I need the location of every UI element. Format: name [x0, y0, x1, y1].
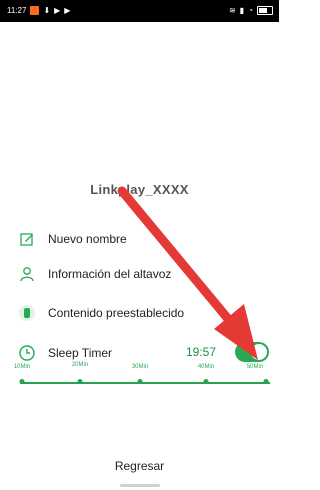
notification-icon: ⬇ — [43, 5, 51, 15]
menu-label: Contenido preestablecido — [48, 306, 185, 320]
option-label[interactable]: 20Min — [72, 362, 88, 368]
slider-dot[interactable] — [203, 379, 209, 384]
sleep-timer-countdown: 19:57 — [186, 345, 217, 359]
wifi-icon: ◔ — [248, 5, 253, 15]
sleep-timer-toggle[interactable] — [235, 342, 269, 362]
toggle-knob — [251, 344, 267, 360]
play-icon: ▶ — [64, 5, 71, 15]
menu-label: Nuevo nombre — [48, 232, 127, 246]
option-label[interactable]: 30Min — [132, 364, 148, 370]
app-notification-icon — [30, 6, 40, 15]
option-label[interactable]: 10Min — [14, 364, 30, 370]
menu-item-presets[interactable]: Contenido preestablecido — [18, 302, 268, 324]
play-icon: ▶ — [54, 5, 61, 15]
option-label[interactable]: 50Min — [247, 364, 263, 370]
status-time: 11:27 — [7, 6, 27, 15]
slider-dot[interactable] — [137, 379, 143, 384]
option-label[interactable]: 40Min — [198, 364, 214, 370]
slider-dot[interactable] — [77, 379, 83, 384]
status-bar-left: 11:27 ⬇ ▶ ▶ — [7, 6, 70, 15]
menu-label: Información del altavoz — [48, 267, 172, 281]
preset-icon — [18, 304, 36, 322]
edit-icon — [18, 230, 36, 248]
device-name: Linkplay_XXXX — [90, 182, 189, 197]
menu-item-sleep-timer[interactable]: Sleep Timer — [18, 342, 268, 364]
battery-icon — [257, 6, 273, 15]
clock-icon — [18, 344, 36, 362]
status-bar-right: ≋ ▮ ◔ — [229, 6, 273, 15]
menu-item-rename[interactable]: Nuevo nombre — [18, 228, 268, 250]
back-button[interactable]: Regresar — [0, 459, 279, 473]
sleep-timer-slider-track[interactable] — [20, 382, 270, 384]
vibrate-icon: ≋ — [229, 5, 236, 15]
status-bar: 11:27 ⬇ ▶ ▶ ≋ ▮ ◔ — [0, 0, 279, 22]
sleep-timer-options: 10Min 20Min 30Min 40Min 50Min — [0, 362, 279, 376]
menu-item-speaker-info[interactable]: Información del altavoz — [18, 263, 268, 285]
slider-dot[interactable] — [263, 379, 269, 384]
home-indicator — [120, 484, 160, 487]
signal-icon: ▮ — [239, 5, 245, 15]
user-icon — [18, 265, 36, 283]
menu-label: Sleep Timer — [48, 346, 113, 360]
slider-dot[interactable] — [19, 379, 25, 384]
